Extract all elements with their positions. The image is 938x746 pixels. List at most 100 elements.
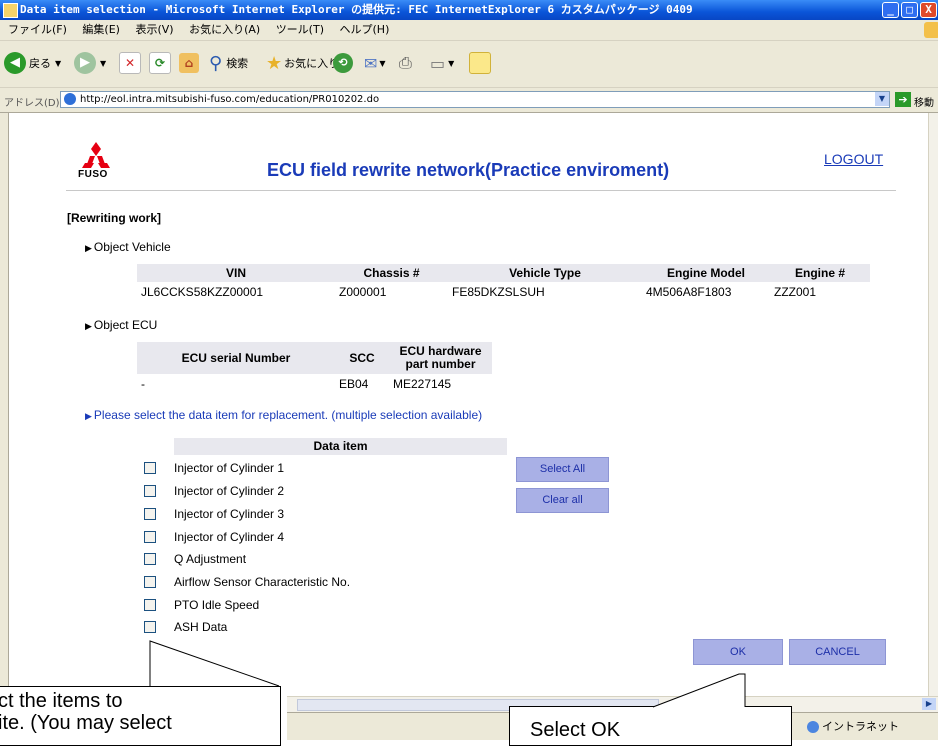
list-item: Q Adjustment <box>144 550 246 568</box>
menu-file[interactable]: ファイル(F) <box>8 23 67 36</box>
cancel-button[interactable]: CANCEL <box>789 639 886 665</box>
data-item-checkbox[interactable] <box>144 621 156 633</box>
data-item-label: Injector of Cylinder 3 <box>174 507 285 521</box>
data-item-label: Q Adjustment <box>174 552 247 566</box>
edit-dropdown-icon: ▼ <box>448 58 455 68</box>
ecu-table: ECU serial Number SCC ECU hardware part n… <box>137 342 492 394</box>
intranet-globe-icon <box>807 721 819 733</box>
triangle-bullet-icon: ▶ <box>85 321 92 331</box>
menu-tools[interactable]: ツール(T) <box>276 23 324 36</box>
refresh-button[interactable]: ⟳ <box>149 50 171 76</box>
list-item: ASH Data <box>144 618 227 636</box>
print-button[interactable]: ⎙ <box>399 50 412 76</box>
close-button[interactable]: X <box>920 2 937 18</box>
table-cell: 4M506A8F1803 <box>646 285 732 299</box>
forward-dropdown-icon: ▼ <box>100 58 107 68</box>
menu-help[interactable]: ヘルプ(H) <box>340 23 390 36</box>
data-item-header: Data item <box>174 438 507 455</box>
back-dropdown-icon: ▼ <box>55 58 62 68</box>
column-header: Engine # <box>770 264 870 282</box>
vehicle-table: VIN Chassis # Vehicle Type Engine Model … <box>137 264 870 302</box>
data-item-label: Injector of Cylinder 2 <box>174 484 285 498</box>
mitsubishi-diamonds-icon <box>82 142 110 168</box>
object-ecu-label: Object ECU <box>93 318 158 332</box>
menu-view[interactable]: 表示(V) <box>135 23 173 36</box>
home-icon: ⌂ <box>179 53 199 73</box>
logo-text: FUSO <box>78 169 108 180</box>
callout-select-items: ct the items to ite. (You may select <box>0 686 281 746</box>
mail-dropdown-icon: ▼ <box>379 58 386 68</box>
printer-icon: ⎙ <box>399 53 412 72</box>
minimize-button[interactable]: _ <box>882 2 899 18</box>
search-icon: ⚲ <box>209 52 223 74</box>
clear-all-button[interactable]: Clear all <box>516 488 609 513</box>
favorites-label: お気に入り <box>284 57 340 70</box>
data-item-label: Injector of Cylinder 4 <box>174 530 285 544</box>
address-input[interactable]: http://eol.intra.mitsubishi-fuso.com/edu… <box>60 91 890 108</box>
ie-page-icon <box>3 3 18 18</box>
favorites-button[interactable]: ★ お気に入り <box>266 50 339 76</box>
note-icon <box>469 52 491 74</box>
window-left-border <box>0 113 9 740</box>
list-item: Injector of Cylinder 2 <box>144 482 284 500</box>
favorites-star-icon: ★ <box>266 52 283 74</box>
scroll-right-icon[interactable]: ▶ <box>922 698 936 710</box>
edit-button[interactable]: ▭ ▼ <box>430 50 454 76</box>
go-arrow-icon[interactable]: ➔ <box>895 92 911 107</box>
vertical-scrollbar[interactable] <box>928 113 938 696</box>
stop-button[interactable]: ✕ <box>119 50 141 76</box>
column-header: VIN <box>137 264 335 282</box>
list-item: Injector of Cylinder 3 <box>144 505 284 523</box>
mail-icon: ✉ <box>364 53 378 73</box>
data-item-label: ASH Data <box>174 620 228 634</box>
column-header: ECU serial Number <box>137 342 335 374</box>
back-label: 戻る <box>29 57 51 70</box>
data-item-label: Airflow Sensor Characteristic No. <box>174 575 351 589</box>
menu-edit[interactable]: 編集(E) <box>82 23 120 36</box>
back-arrow-icon: ◀ <box>4 52 26 74</box>
back-button[interactable]: ◀ 戻る ▼ <box>4 50 61 76</box>
section-heading: [Rewriting work] <box>67 211 162 225</box>
ok-button[interactable]: OK <box>693 639 783 665</box>
list-item: Injector of Cylinder 4 <box>144 528 284 546</box>
web-page: FUSO ECU field rewrite network(Practice … <box>9 113 928 696</box>
data-item-checkbox[interactable] <box>144 553 156 565</box>
window-title: Data item selection - Microsoft Internet… <box>20 3 693 16</box>
column-header-line: part number <box>405 357 476 371</box>
list-item: PTO Idle Speed <box>144 596 259 614</box>
data-item-checkbox[interactable] <box>144 531 156 543</box>
object-ecu-heading: ▶ Object ECU <box>85 318 157 332</box>
data-item-checkbox[interactable] <box>144 508 156 520</box>
history-button[interactable]: ⟲ <box>333 50 353 76</box>
data-item-checkbox[interactable] <box>144 485 156 497</box>
search-button[interactable]: ⚲ 検索 <box>209 50 248 76</box>
go-button-label[interactable]: 移動 <box>914 94 934 109</box>
window-title-bar: Data item selection - Microsoft Internet… <box>0 0 938 20</box>
data-item-checkbox[interactable] <box>144 462 156 474</box>
select-all-button[interactable]: Select All <box>516 457 609 482</box>
table-cell: FE85DKZSLSUH <box>452 285 545 299</box>
select-prompt-text: Please select the data item for replacem… <box>93 408 483 422</box>
table-cell: - <box>141 377 145 391</box>
column-header: Chassis # <box>335 264 448 282</box>
logout-link[interactable]: LOGOUT <box>824 151 883 167</box>
address-dropdown-icon[interactable]: ▼ <box>875 92 889 106</box>
zone-label: イントラネット <box>822 720 899 733</box>
address-label: アドレス(D) <box>4 98 60 109</box>
data-item-checkbox[interactable] <box>144 599 156 611</box>
address-url: http://eol.intra.mitsubishi-fuso.com/edu… <box>80 94 380 105</box>
discuss-button[interactable] <box>469 50 491 76</box>
home-button[interactable]: ⌂ <box>179 50 199 76</box>
callout-line: ct the items to <box>0 690 123 712</box>
address-bar: アドレス(D) http://eol.intra.mitsubishi-fuso… <box>0 88 938 113</box>
mail-button[interactable]: ✉ ▼ <box>364 50 386 76</box>
forward-button[interactable]: ▶ ▼ <box>74 50 106 76</box>
maximize-button[interactable]: □ <box>901 2 918 18</box>
callout-text: Select OK <box>530 719 621 741</box>
menu-favorites[interactable]: お気に入り(A) <box>189 23 260 36</box>
windows-flag-icon <box>924 22 938 38</box>
object-vehicle-label: Object Vehicle <box>93 240 171 254</box>
refresh-icon: ⟳ <box>149 52 171 74</box>
callout-line: ite. (You may select <box>0 712 172 734</box>
data-item-checkbox[interactable] <box>144 576 156 588</box>
